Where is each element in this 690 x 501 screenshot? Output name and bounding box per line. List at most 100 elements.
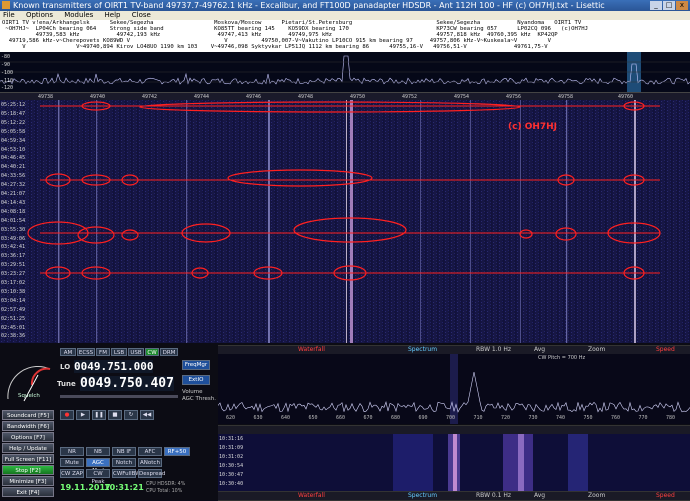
menu-close[interactable]: Close: [132, 11, 151, 19]
waterfall-time-label: 04:59:34: [1, 137, 26, 144]
mute-button[interactable]: Mute: [60, 458, 84, 467]
soundcard-button[interactable]: Soundcard [F5]: [2, 410, 54, 420]
close-window-button[interactable]: x: [676, 1, 688, 10]
waterfall-time-axis: 05:25:12 05:18:47 05:12:22 05:05:58 04:59:34…: [0, 100, 25, 343]
maximize-window-button[interactable]: □: [663, 1, 675, 10]
mode-am-button[interactable]: AM: [60, 348, 76, 356]
spectrum-scale-label: -90: [1, 62, 11, 68]
mode-fm-button[interactable]: FM: [96, 348, 110, 356]
audio-freq-tick: 620: [226, 415, 236, 421]
minimize-window-button[interactable]: _: [650, 1, 662, 10]
waterfall-time-label: 05:12:22: [1, 119, 26, 126]
spectrum-scale-label: -110: [1, 78, 14, 84]
extio-button[interactable]: ExtIO: [182, 375, 210, 385]
copyright-text: (c) OH7HJ: [508, 122, 558, 132]
notch-button[interactable]: Notch: [112, 458, 136, 467]
minimize-button[interactable]: Minimize [F3]: [2, 476, 54, 486]
cw-zap-button[interactable]: CW ZAP: [60, 469, 84, 478]
waterfall-time-label: 04:46:45: [1, 155, 26, 162]
mode-usb-button[interactable]: USB: [128, 348, 144, 356]
cw-fullbw-button[interactable]: CWFullBW: [112, 469, 141, 478]
help-update-button[interactable]: Help / Update [F9]: [2, 443, 54, 462]
bandwidth-button[interactable]: Bandwidth [F6]: [2, 421, 54, 431]
nb-button[interactable]: NB: [86, 447, 110, 456]
time-display: 10:31:21: [104, 483, 144, 492]
waterfall-display[interactable]: (c) OH7HJ: [0, 100, 690, 343]
audio-spectrum-trace: [218, 354, 690, 424]
audio-time-label: 10:31:16: [219, 436, 244, 442]
pause-icon[interactable]: ❚❚: [92, 410, 106, 420]
audio-waterfall[interactable]: 10:31:16 10:31:09 10:31:02 10:30:54 10:30:47…: [218, 434, 690, 491]
rewind-icon[interactable]: ◀◀: [140, 410, 154, 420]
audio-waterfall-image: [218, 434, 690, 491]
waterfall-time-label: 03:29:51: [1, 262, 26, 269]
nb-if-button[interactable]: NB IF: [112, 447, 136, 456]
exit-button[interactable]: Exit [F4]: [2, 487, 54, 497]
tune-frequency[interactable]: 0049.750.407: [80, 376, 174, 391]
audio-freq-tick: 720: [501, 415, 511, 421]
audio-time-label: 10:31:09: [219, 445, 244, 451]
spectrum-label[interactable]: Spectrum: [408, 346, 437, 354]
spectrum-scale-label: -100: [1, 70, 14, 76]
volume-slider[interactable]: [60, 395, 178, 398]
full-screen-button[interactable]: Full Screen [F11]: [2, 454, 54, 464]
afc-button[interactable]: AFC: [138, 447, 162, 456]
spectrum-display[interactable]: -80 -90 -100 -110 -120: [0, 52, 690, 92]
waterfall-image: [0, 100, 690, 343]
menu-options[interactable]: Options: [26, 11, 53, 19]
nr-button[interactable]: NR: [60, 447, 84, 456]
loop-icon[interactable]: ↻: [124, 410, 138, 420]
spectrum-scale-label: -120: [1, 85, 14, 91]
audio-time-label: 10:31:02: [219, 454, 244, 460]
speed-label[interactable]: Speed: [656, 346, 675, 354]
audio-spectrum[interactable]: CW Pitch = 700 Hz 620 630 640 650 660 670 680 6…: [218, 354, 690, 424]
audio-time-label: 10:30:54: [219, 463, 244, 469]
audio-time-label: 10:30:40: [219, 481, 244, 487]
cw-peak-button[interactable]: CW Peak: [86, 469, 110, 485]
anotch-button[interactable]: ANotch: [138, 458, 162, 467]
waterfall-label[interactable]: Waterfall: [298, 346, 325, 354]
agc-med-button[interactable]: AGC Med: [86, 458, 110, 474]
options-button[interactable]: Options [F7]: [2, 432, 54, 442]
mode-drm-button[interactable]: DRM: [160, 348, 178, 356]
rbw2-label[interactable]: RBW 0.1 Hz: [476, 492, 511, 500]
mode-cw-button[interactable]: CW: [145, 348, 159, 356]
audio-freq-tick: 750: [583, 415, 593, 421]
cpu-hdsdr: CPU HDSDR: 4%: [146, 482, 186, 487]
despread-button[interactable]: Despread: [138, 469, 165, 478]
waterfall2-label[interactable]: Waterfall: [298, 492, 325, 500]
waterfall-time-label: 03:36:17: [1, 253, 26, 260]
menu-file[interactable]: File: [3, 11, 15, 19]
audio-freq-tick: 700: [446, 415, 456, 421]
lo-frequency[interactable]: 0049.751.000: [74, 360, 154, 373]
menu-modules[interactable]: Modules: [64, 11, 93, 19]
waterfall-time-label: 03:04:14: [1, 297, 26, 304]
audio-freq-tick: 710: [473, 415, 483, 421]
mode-lsb-button[interactable]: LSB: [111, 348, 127, 356]
speed2-label[interactable]: Speed: [656, 492, 675, 500]
rbw-label[interactable]: RBW 1.0 Hz: [476, 346, 511, 354]
avg2-label[interactable]: Avg: [534, 492, 545, 500]
control-panel: Waterfall Spectrum RBW 1.0 Hz Avg Zoom S…: [0, 343, 690, 501]
zoom2-label[interactable]: Zoom: [588, 492, 605, 500]
freqmgr-button[interactable]: FreqMgr: [182, 360, 210, 370]
waterfall-time-label: 04:21:07: [1, 191, 26, 197]
waterfall-time-label: 05:05:58: [1, 128, 26, 135]
waterfall-time-label: 04:27:32: [1, 182, 26, 189]
menu-bar: File Options Modules Help Close: [0, 11, 690, 20]
waterfall-time-label: 03:49:06: [1, 235, 26, 242]
spectrum-scale-label: -80: [1, 54, 11, 60]
play-icon[interactable]: ▶: [76, 410, 90, 420]
avg-label[interactable]: Avg: [534, 346, 545, 354]
stop-icon[interactable]: ■: [108, 410, 122, 420]
stop-button[interactable]: Stop [F2]: [2, 465, 54, 475]
spectrum-trace: [0, 52, 690, 92]
menu-help[interactable]: Help: [105, 11, 121, 19]
waterfall-time-label: 04:01:54: [1, 217, 26, 224]
waterfall-time-label: 03:42:41: [1, 244, 26, 251]
zoom-label[interactable]: Zoom: [588, 346, 605, 354]
mode-ecss-button[interactable]: ECSS: [77, 348, 95, 356]
rf-plus-50-button[interactable]: RF+50: [164, 447, 190, 456]
record-icon[interactable]: ●: [60, 410, 74, 420]
spectrum2-label[interactable]: Spectrum: [408, 492, 437, 500]
